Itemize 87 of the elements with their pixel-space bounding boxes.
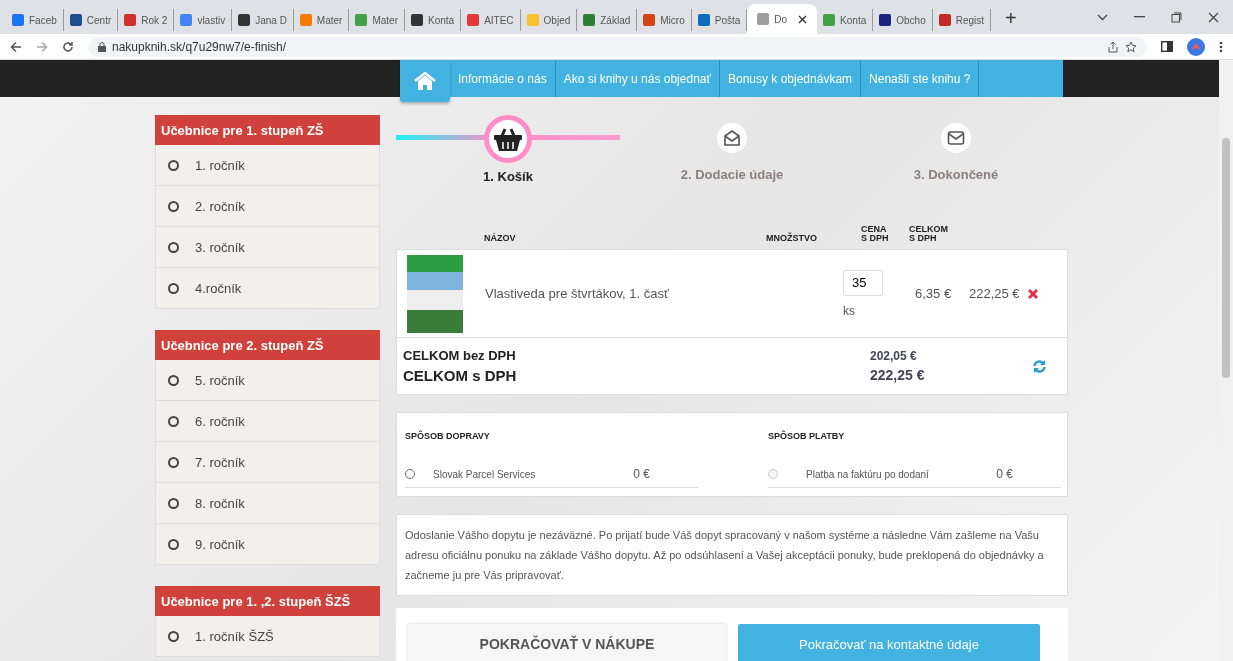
circle-bullet-icon: [168, 241, 179, 253]
sidebar-item[interactable]: 6. ročník: [155, 401, 380, 442]
circle-bullet-icon: [168, 415, 179, 427]
category-header: Učebnice pre 1. stupeň ZŠ: [155, 115, 380, 145]
sidebar-item[interactable]: 3. ročník: [155, 227, 380, 268]
sidebar-item[interactable]: 1. ročník: [155, 145, 380, 186]
remove-icon[interactable]: [1027, 287, 1039, 300]
column-header: MNOŽSTVO: [766, 234, 818, 243]
circle-bullet-icon: [168, 200, 179, 212]
circle-bullet-icon: [168, 497, 179, 509]
sidebar-item[interactable]: 4.ročník: [155, 268, 380, 309]
browser-tab[interactable]: Mater: [293, 9, 350, 31]
new-tab-button[interactable]: +: [1001, 7, 1021, 30]
column-header: NÁZOV: [483, 234, 517, 243]
browser-tab[interactable]: vlastiv: [174, 9, 233, 31]
lock-icon: [98, 41, 106, 52]
browser-tab[interactable]: Konta: [405, 9, 462, 31]
back-icon[interactable]: [10, 40, 22, 53]
refresh-icon[interactable]: [1032, 358, 1047, 374]
category-header: Učebnice pre 2. stupeň ZŠ: [155, 330, 380, 360]
option-label: Platba na faktúru po dodaní: [806, 468, 930, 480]
circle-bullet-icon: [168, 374, 179, 386]
browser-tab[interactable]: Základ: [577, 9, 638, 31]
circle-bullet-icon: [168, 538, 179, 550]
option-price: 0 €: [996, 467, 1013, 481]
home-icon: [414, 72, 436, 90]
open-envelope-icon: [723, 129, 741, 147]
sidebar-item[interactable]: 1. ročník ŠZŠ: [155, 616, 380, 657]
notice-text: Odoslanie Vášho dopytu je nezáväzné. Po prijatí bude Váš dopyt spracovaný v našom systéme a následne Vám zašleme na Vašu adresu oficiálnu ponuku na základe Vášho dopytu. Až po odsúhlasení a Vašej akceptácii ponuky, bude preklopená do objednávky a začneme ju pre Vás pripravovať.: [396, 514, 1068, 596]
sidebar-item[interactable]: 9. ročník: [155, 524, 380, 565]
basket-icon: [493, 126, 523, 152]
sidebar-item[interactable]: 5. ročník: [155, 360, 380, 401]
section-title: SPÔSOB PLATBY: [768, 431, 846, 441]
option-label: Slovak Parcel Services: [433, 468, 537, 480]
step-label: 2. Dodacie údaje: [680, 167, 784, 182]
browser-tab[interactable]: Konta: [817, 9, 874, 31]
step-label: 1. Košík: [483, 169, 533, 184]
star-icon[interactable]: [1125, 40, 1137, 53]
browser-tab[interactable]: Mater: [349, 9, 405, 31]
sidebar-item[interactable]: 8. ročník: [155, 483, 380, 524]
continue-shopping-button[interactable]: POKRAČOVAŤ V NÁKUPE: [408, 624, 726, 661]
category-header: Učebnice pre 1. ,2. stupeň ŠZŠ: [155, 586, 380, 616]
browser-tab[interactable]: Centr: [63, 9, 119, 31]
close-icon[interactable]: [798, 14, 808, 24]
browser-tab[interactable]: Rok 2: [118, 9, 175, 31]
browser-tab[interactable]: Faceb: [6, 9, 64, 31]
more-icon[interactable]: [1219, 40, 1223, 53]
browser-tab[interactable]: Regist: [932, 9, 992, 31]
chevron-down-icon[interactable]: [1097, 13, 1108, 21]
url-text: nakupknih.sk/q7u29nw7/e-finish/: [112, 39, 287, 54]
option-price: 0 €: [633, 467, 650, 481]
envelope-icon: [947, 130, 965, 146]
circle-bullet-icon: [168, 159, 179, 171]
browser-tab[interactable]: Objed: [520, 9, 578, 31]
radio-button[interactable]: [405, 469, 415, 479]
circle-bullet-icon: [168, 282, 179, 294]
total-value: 222,25 €: [870, 367, 926, 383]
address-bar[interactable]: nakupknih.sk/q7u29nw7/e-finish/: [88, 36, 1147, 57]
reload-icon[interactable]: [62, 40, 74, 53]
share-icon[interactable]: [1107, 40, 1119, 53]
close-icon[interactable]: [1208, 11, 1219, 23]
line-total: 222,25 €: [969, 286, 1021, 301]
section-title: SPÔSOB DOPRAVY: [405, 431, 491, 441]
total-label: CELKOM bez DPH: [403, 348, 517, 363]
profile-avatar-icon[interactable]: [1187, 37, 1205, 56]
browser-tab[interactable]: AITEC: [461, 9, 521, 31]
browser-tab[interactable]: Obcho: [873, 9, 933, 31]
scrollbar-thumb[interactable]: [1222, 138, 1230, 378]
column-header: CENA S DPH: [861, 225, 890, 243]
browser-tab[interactable]: Do: [747, 4, 818, 34]
browser-tab[interactable]: Micro: [637, 9, 692, 31]
restore-icon[interactable]: [1171, 11, 1182, 23]
sidebar-icon[interactable]: [1161, 41, 1173, 52]
sidebar-item[interactable]: 7. ročník: [155, 442, 380, 483]
circle-bullet-icon: [168, 630, 179, 642]
unit-price: 6,35 €: [915, 286, 953, 301]
sidebar-item[interactable]: 2. ročník: [155, 186, 380, 227]
total-label: CELKOM s DPH: [403, 367, 518, 384]
step-label: 3. Dokončené: [913, 167, 999, 182]
unit-label: ks: [843, 303, 856, 318]
column-header: CELKOM S DPH: [909, 225, 949, 243]
browser-tab[interactable]: Jana D: [232, 9, 294, 31]
minimize-icon[interactable]: [1134, 16, 1145, 18]
product-name: Vlastiveda pre štvrtákov, 1. časť: [485, 286, 670, 301]
quantity-field[interactable]: 35: [843, 269, 883, 296]
circle-bullet-icon: [168, 456, 179, 468]
total-value: 202,05 €: [870, 349, 918, 363]
